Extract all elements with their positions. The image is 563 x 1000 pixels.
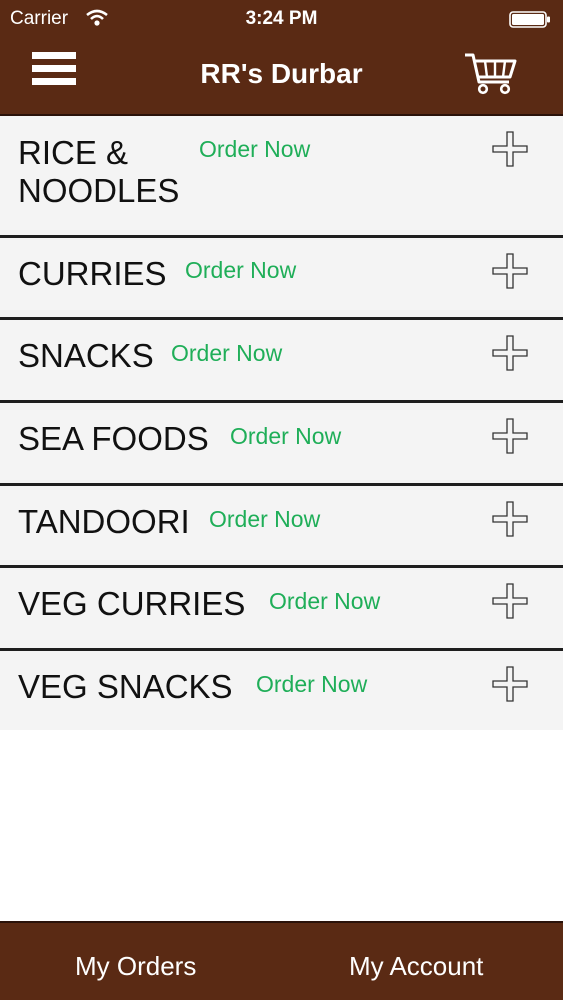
category-row-rice-noodles[interactable]: RICE & NOODLES Order Now xyxy=(0,116,563,238)
category-name: VEG CURRIES xyxy=(18,585,246,622)
category-name: TANDOORI xyxy=(18,503,190,540)
status-time: 3:24 PM xyxy=(245,8,318,29)
plus-icon[interactable] xyxy=(491,500,529,538)
order-now-link[interactable]: Order Now xyxy=(230,423,341,450)
plus-icon[interactable] xyxy=(491,334,529,372)
plus-icon[interactable] xyxy=(491,582,529,620)
category-row-veg-curries[interactable]: VEG CURRIES Order Now xyxy=(0,568,563,651)
category-name: VEG SNACKS xyxy=(18,668,233,705)
order-now-link[interactable]: Order Now xyxy=(269,588,380,615)
order-now-link[interactable]: Order Now xyxy=(171,340,282,367)
app-screen: Carrier 3:24 PM RR's Durbar RICE & NOODL… xyxy=(0,0,563,1000)
category-list: RICE & NOODLES Order Now CURRIES Order N… xyxy=(0,116,563,730)
status-bar: Carrier 3:24 PM xyxy=(0,0,563,38)
plus-icon[interactable] xyxy=(491,665,529,703)
plus-icon[interactable] xyxy=(491,252,529,290)
my-account-tab[interactable]: My Account xyxy=(349,951,483,982)
category-name: RICE & NOODLES xyxy=(18,134,180,209)
bottom-nav: My Orders My Account xyxy=(0,921,563,1000)
order-now-link[interactable]: Order Now xyxy=(199,136,310,163)
plus-icon[interactable] xyxy=(491,130,529,168)
category-name: CURRIES xyxy=(18,255,167,292)
order-now-link[interactable]: Order Now xyxy=(256,671,367,698)
top-bar: Carrier 3:24 PM RR's Durbar xyxy=(0,0,563,116)
category-name: SNACKS xyxy=(18,337,154,374)
order-now-link[interactable]: Order Now xyxy=(209,506,320,533)
order-now-link[interactable]: Order Now xyxy=(185,257,296,284)
category-row-veg-snacks[interactable]: VEG SNACKS Order Now xyxy=(0,651,563,730)
category-name: SEA FOODS xyxy=(18,420,209,457)
category-row-tandoori[interactable]: TANDOORI Order Now xyxy=(0,486,563,568)
category-row-sea-foods[interactable]: SEA FOODS Order Now xyxy=(0,403,563,486)
battery-icon xyxy=(509,11,550,28)
my-orders-tab[interactable]: My Orders xyxy=(75,951,196,982)
category-row-snacks[interactable]: SNACKS Order Now xyxy=(0,320,563,403)
plus-icon[interactable] xyxy=(491,417,529,455)
category-row-curries[interactable]: CURRIES Order Now xyxy=(0,238,563,320)
cart-icon[interactable] xyxy=(463,50,519,96)
